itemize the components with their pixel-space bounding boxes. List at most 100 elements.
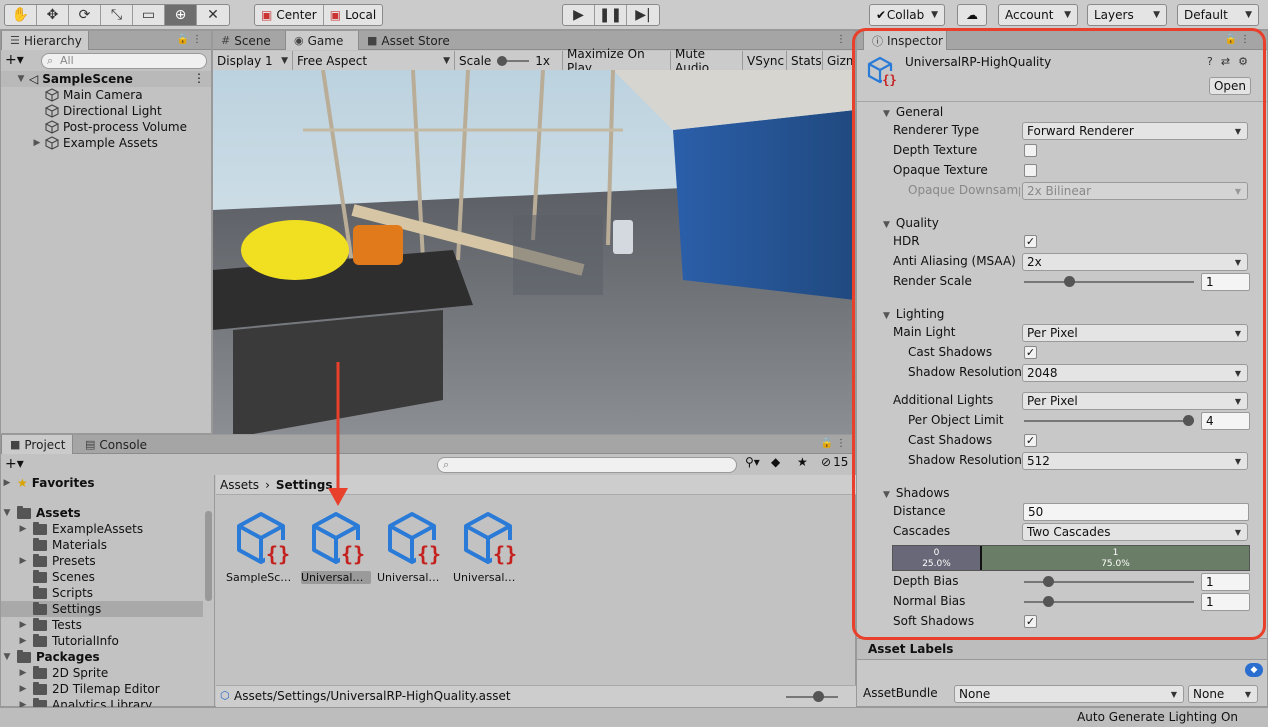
add-cast-shadows-checkbox[interactable]: ✓ bbox=[1024, 434, 1037, 447]
favorites-row[interactable]: ▶ ★ Favorites bbox=[1, 475, 203, 491]
gear-icon[interactable]: ⚙ bbox=[1238, 55, 1248, 68]
section-lighting[interactable]: ▼ Lighting bbox=[883, 307, 944, 321]
help-icon[interactable]: ? bbox=[1207, 55, 1213, 68]
fold-closed-icon[interactable]: ▶ bbox=[17, 668, 29, 678]
packages-row[interactable]: ▼ Packages bbox=[1, 649, 203, 665]
section-shadows[interactable]: ▼ Shadows bbox=[883, 486, 950, 500]
lock-icon[interactable]: 🔒⋮ bbox=[177, 34, 205, 45]
asset-bundle-variant-dropdown[interactable]: None bbox=[1188, 685, 1258, 703]
cloud-button[interactable]: ☁ bbox=[957, 4, 987, 26]
game-view-render[interactable] bbox=[213, 70, 855, 434]
add-icon[interactable]: +▾ bbox=[5, 52, 24, 68]
pause-icon[interactable]: ❚❚ bbox=[595, 5, 627, 25]
fold-closed-icon[interactable]: ▶ bbox=[17, 684, 29, 694]
play-icon[interactable]: ▶ bbox=[563, 5, 595, 25]
fold-open-icon[interactable]: ▼ bbox=[1, 652, 13, 662]
fold-closed-icon[interactable]: ▶ bbox=[17, 556, 29, 566]
folder-row[interactable]: ▶ TutorialInfo bbox=[1, 633, 203, 649]
display-dropdown[interactable]: Display 1 ▼ bbox=[213, 51, 293, 70]
tab-console[interactable]: ▤ Console bbox=[77, 435, 157, 454]
asset-bundle-dropdown[interactable]: None bbox=[954, 685, 1184, 703]
hand-icon[interactable]: ✋ bbox=[5, 5, 37, 25]
project-search-input[interactable]: ⌕ bbox=[437, 457, 737, 473]
per-object-limit-knob[interactable] bbox=[1183, 415, 1194, 426]
step-icon[interactable]: ▶| bbox=[627, 5, 659, 25]
asset-labels-header[interactable]: Asset Labels bbox=[857, 638, 1267, 660]
package-row[interactable]: ▶ Analytics Library bbox=[1, 697, 203, 707]
lock-icon[interactable]: 🔒⋮ bbox=[821, 438, 849, 449]
cascades-dropdown[interactable]: Two Cascades bbox=[1022, 523, 1248, 541]
depth-texture-checkbox[interactable] bbox=[1024, 144, 1037, 157]
open-button[interactable]: Open bbox=[1209, 77, 1251, 95]
more-icon[interactable]: ⋮ bbox=[836, 34, 849, 45]
more-icon[interactable]: ⋮ bbox=[193, 71, 205, 85]
cascade-1-segment[interactable]: 1 75.0% bbox=[982, 546, 1249, 570]
per-object-limit-slider[interactable] bbox=[1024, 420, 1194, 422]
asset-item[interactable]: {} UniversalRP... bbox=[377, 510, 447, 590]
layout-dropdown[interactable]: Default ▼ bbox=[1177, 4, 1259, 26]
filter-type-icon[interactable]: ⚲▾ bbox=[745, 455, 760, 469]
fold-closed-icon[interactable]: ▶ bbox=[17, 620, 29, 630]
assets-row[interactable]: ▼ Assets bbox=[1, 505, 203, 521]
add-icon[interactable]: +▾ bbox=[5, 456, 24, 472]
pivot-rotation-button[interactable]: ▣ Local bbox=[324, 5, 382, 25]
add-shadow-res-dropdown[interactable]: 512 bbox=[1022, 452, 1248, 470]
star-icon[interactable]: ★ bbox=[797, 455, 808, 469]
package-row[interactable]: ▶ 2D Sprite bbox=[1, 665, 203, 681]
scale-knob[interactable] bbox=[497, 55, 508, 66]
fold-closed-icon[interactable]: ▶ bbox=[17, 524, 29, 534]
tab-inspector[interactable]: ⓘ Inspector bbox=[863, 31, 947, 50]
normal-bias-field[interactable]: 1 bbox=[1201, 593, 1250, 611]
per-object-limit-field[interactable]: 4 bbox=[1201, 412, 1250, 430]
folder-row[interactable]: ▶ ExampleAssets bbox=[1, 521, 203, 537]
tag-icon[interactable]: ◆ bbox=[1245, 663, 1263, 677]
tab-scene[interactable]: # Scene bbox=[213, 31, 285, 50]
tab-hierarchy[interactable]: ☰ Hierarchy bbox=[1, 31, 89, 50]
folder-row[interactable]: ▶ Tests bbox=[1, 617, 203, 633]
folder-row[interactable]: ▶ Presets bbox=[1, 553, 203, 569]
folder-row[interactable]: Scripts bbox=[1, 585, 203, 601]
asset-item[interactable]: {} SampleSce... bbox=[226, 510, 296, 590]
hdr-checkbox[interactable]: ✓ bbox=[1024, 235, 1037, 248]
scale-slider[interactable]: Scale 1x bbox=[455, 51, 563, 70]
scale-track[interactable] bbox=[497, 55, 530, 66]
distance-field[interactable]: 50 bbox=[1023, 503, 1249, 521]
breadcrumb-settings[interactable]: Settings bbox=[276, 478, 333, 492]
soft-shadows-checkbox[interactable]: ✓ bbox=[1024, 615, 1037, 628]
fold-closed-icon[interactable]: ▶ bbox=[17, 700, 29, 707]
hierarchy-item[interactable]: Directional Light bbox=[1, 103, 211, 119]
fold-open-icon[interactable]: ▼ bbox=[1, 508, 13, 518]
section-general[interactable]: ▼ General bbox=[883, 105, 943, 119]
maximize-on-play-toggle[interactable]: Maximize On Play bbox=[563, 47, 671, 75]
aspect-dropdown[interactable]: Free Aspect ▼ bbox=[293, 51, 455, 70]
section-quality[interactable]: ▼ Quality bbox=[883, 216, 939, 230]
tree-scrollbar[interactable] bbox=[205, 511, 212, 601]
hierarchy-item[interactable]: Main Camera bbox=[1, 87, 211, 103]
additional-lights-dropdown[interactable]: Per Pixel bbox=[1022, 392, 1248, 410]
custom-tool-icon[interactable]: ✕ bbox=[197, 5, 229, 25]
move-icon[interactable]: ✥ bbox=[37, 5, 69, 25]
renderer-type-dropdown[interactable]: Forward Renderer bbox=[1022, 122, 1248, 140]
rotate-icon[interactable]: ⟳ bbox=[69, 5, 101, 25]
collab-dropdown[interactable]: ✔ Collab ▼ bbox=[869, 4, 945, 26]
presets-icon[interactable]: ⇄ bbox=[1221, 55, 1230, 68]
zoom-knob[interactable] bbox=[813, 691, 824, 702]
cascade-0-segment[interactable]: 0 25.0% bbox=[893, 546, 982, 570]
label-icon[interactable]: ◆ bbox=[771, 455, 780, 469]
depth-bias-field[interactable]: 1 bbox=[1201, 573, 1250, 591]
rect-icon[interactable]: ▭ bbox=[133, 5, 165, 25]
cascade-split-bar[interactable]: 0 25.0% 1 75.0% bbox=[892, 545, 1250, 571]
package-row[interactable]: ▶ 2D Tilemap Editor bbox=[1, 681, 203, 697]
hidden-packages-toggle[interactable]: ⊘ 15 bbox=[821, 455, 848, 469]
tab-project[interactable]: ■ Project bbox=[1, 435, 73, 454]
transform-icon[interactable]: ⊕ bbox=[165, 5, 197, 25]
hierarchy-search-input[interactable]: ⌕ All bbox=[41, 53, 207, 69]
layers-dropdown[interactable]: Layers ▼ bbox=[1087, 4, 1167, 26]
normal-bias-knob[interactable] bbox=[1043, 596, 1055, 607]
folder-row-selected[interactable]: Settings bbox=[1, 601, 203, 617]
mute-audio-toggle[interactable]: Mute Audio bbox=[671, 47, 743, 75]
gizmos-toggle[interactable]: Gizmos bbox=[823, 51, 855, 70]
stats-toggle[interactable]: Stats bbox=[787, 51, 823, 70]
render-scale-knob[interactable] bbox=[1063, 276, 1075, 287]
scene-row[interactable]: ▼ ◁ SampleScene ⋮ bbox=[1, 71, 211, 87]
